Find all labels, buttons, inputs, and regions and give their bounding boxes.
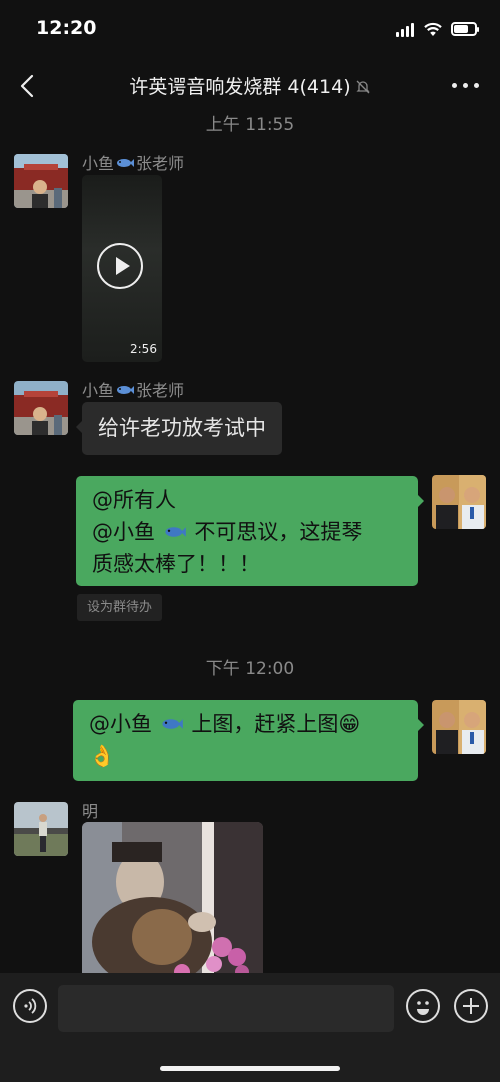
sender-name: 小鱼 张老师 bbox=[82, 154, 185, 173]
battery-icon bbox=[451, 22, 479, 36]
home-indicator[interactable] bbox=[160, 1066, 340, 1071]
bell-muted-icon bbox=[356, 80, 370, 94]
message-bubble[interactable]: 给许老功放考试中 bbox=[76, 402, 282, 455]
fish-icon bbox=[162, 719, 183, 729]
plus-icon bbox=[463, 998, 479, 1014]
avatar[interactable] bbox=[14, 802, 68, 856]
more-functions-button[interactable] bbox=[454, 989, 488, 1023]
fish-icon bbox=[117, 159, 135, 167]
cellular-signal-icon bbox=[396, 23, 416, 37]
sender-name: 小鱼 张老师 bbox=[82, 381, 185, 400]
message-line: @小鱼 不可思议，这提琴 bbox=[92, 520, 363, 544]
emoji-icon bbox=[417, 1001, 429, 1015]
image-message[interactable] bbox=[82, 822, 263, 982]
chat-title-text: 许英谔音响发烧群 4(414) bbox=[129, 76, 351, 98]
fish-icon bbox=[117, 386, 135, 394]
message-bubble-outgoing[interactable]: @小鱼 上图，赶紧上图😁 👌 bbox=[73, 700, 424, 781]
sender-name: 明 bbox=[82, 802, 99, 821]
status-time: 12:20 bbox=[36, 17, 97, 39]
fish-icon bbox=[165, 527, 186, 537]
avatar-self[interactable] bbox=[432, 700, 486, 754]
message-input[interactable] bbox=[58, 985, 394, 1032]
message-bubble-outgoing[interactable]: @所有人 @小鱼 不可思议，这提琴 质感太棒了！！！ bbox=[76, 476, 424, 586]
message-line: 质感太棒了！！！ bbox=[92, 552, 260, 576]
voice-icon bbox=[24, 998, 37, 1014]
voice-input-button[interactable] bbox=[13, 989, 47, 1023]
avatar-self[interactable] bbox=[432, 475, 486, 529]
message-line: @所有人 bbox=[92, 488, 176, 512]
chat-title: 许英谔音响发烧群 4(414) bbox=[0, 72, 500, 99]
avatar[interactable] bbox=[14, 381, 68, 435]
wifi-icon bbox=[424, 22, 442, 36]
video-duration: 2:56 bbox=[130, 342, 157, 356]
message-line: @小鱼 上图，赶紧上图😁 bbox=[89, 712, 361, 736]
time-stamp: 下午 12:00 bbox=[205, 659, 295, 679]
play-icon[interactable] bbox=[97, 243, 143, 289]
emoji-button[interactable] bbox=[406, 989, 440, 1023]
message-line: 👌 bbox=[89, 744, 116, 768]
time-stamp: 上午 11:55 bbox=[205, 115, 295, 135]
avatar[interactable] bbox=[14, 154, 68, 208]
more-options-button[interactable] bbox=[452, 83, 482, 89]
set-group-todo-button[interactable]: 设为群待办 bbox=[77, 594, 163, 621]
